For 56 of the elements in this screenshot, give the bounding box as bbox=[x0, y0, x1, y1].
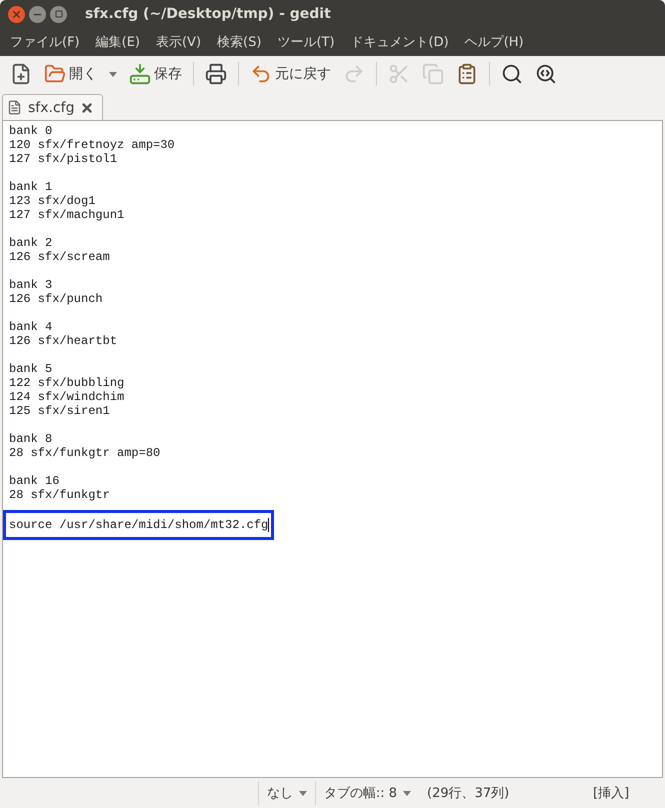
code-line: 126 sfx/heartbt bbox=[9, 334, 118, 348]
close-icon bbox=[11, 8, 22, 20]
code-line: 122 sfx/bubbling bbox=[9, 376, 124, 390]
status-text: (29行、37列) bbox=[426, 785, 510, 802]
code-line: bank 8 bbox=[9, 432, 52, 446]
menu-item[interactable]: 編集(E) bbox=[88, 33, 148, 51]
code-line: 120 sfx/fretnoyz amp=30 bbox=[9, 138, 175, 152]
printer-icon bbox=[205, 63, 227, 85]
code-line: bank 16 bbox=[9, 474, 60, 488]
toolbar-button[interactable]: 開く bbox=[40, 61, 101, 87]
code-line: 28 sfx/funkgtr amp=80 bbox=[9, 446, 160, 460]
text-editor[interactable] bbox=[2, 120, 663, 778]
code-line: 125 sfx/siren1 bbox=[9, 404, 110, 418]
code-line: 126 sfx/punch bbox=[9, 292, 103, 306]
code-line: 126 sfx/scream bbox=[9, 250, 110, 264]
code-line: 127 sfx/machgun1 bbox=[9, 208, 124, 222]
new-file-icon bbox=[10, 63, 32, 85]
menu-item[interactable]: ツール(T) bbox=[269, 33, 343, 51]
maximize-button[interactable] bbox=[50, 6, 67, 22]
status-dropdown[interactable]: なし bbox=[258, 781, 315, 805]
menu-item[interactable]: 表示(V) bbox=[148, 33, 210, 51]
clipboard-icon bbox=[456, 63, 478, 85]
toolbar-button[interactable]: 保存 bbox=[125, 61, 186, 87]
code-line: 124 sfx/windchim bbox=[9, 390, 124, 404]
undo-icon bbox=[250, 63, 272, 85]
menu-item[interactable]: 検索(S) bbox=[209, 33, 270, 51]
minimize-button[interactable] bbox=[29, 6, 46, 22]
code-line: 127 sfx/pistol1 bbox=[9, 152, 118, 166]
search-icon bbox=[501, 63, 523, 85]
menu-item[interactable]: ドキュメント(D) bbox=[342, 33, 457, 51]
status-dropdown[interactable]: タブの幅:: 8 bbox=[314, 781, 419, 805]
code-line: 123 sfx/dog1 bbox=[9, 194, 96, 208]
folder-icon bbox=[44, 63, 66, 85]
copy-icon bbox=[422, 63, 444, 85]
close-button[interactable] bbox=[8, 6, 25, 22]
code-line: source /usr/share/midi/shom/mt32.cfg bbox=[9, 518, 268, 532]
document-tab[interactable]: sfx.cfg bbox=[2, 94, 104, 120]
code-line: bank 0 bbox=[9, 124, 52, 138]
save-icon bbox=[129, 63, 151, 85]
code-line: 28 sfx/funkgtr bbox=[9, 488, 110, 502]
document-icon bbox=[7, 100, 22, 115]
menu-item[interactable]: ファイル(F) bbox=[2, 33, 88, 51]
status-text: [挿入] bbox=[592, 785, 630, 802]
code-line: bank 4 bbox=[9, 320, 52, 334]
redo-icon bbox=[343, 63, 365, 85]
menu-item[interactable]: ヘルプ(H) bbox=[456, 33, 532, 51]
code-line: bank 2 bbox=[9, 236, 52, 250]
text-cursor bbox=[268, 518, 270, 532]
window-title: sfx.cfg (~/Desktop/tmp) - gedit bbox=[85, 6, 331, 22]
toolbar-button[interactable]: 元に戻す bbox=[246, 61, 335, 87]
code-line: bank 5 bbox=[9, 362, 52, 376]
code-line: bank 3 bbox=[9, 278, 52, 292]
code-line: bank 1 bbox=[9, 180, 52, 194]
scissors-icon bbox=[388, 63, 410, 85]
maximize-icon bbox=[54, 10, 62, 18]
close-tab-icon[interactable] bbox=[80, 100, 94, 114]
